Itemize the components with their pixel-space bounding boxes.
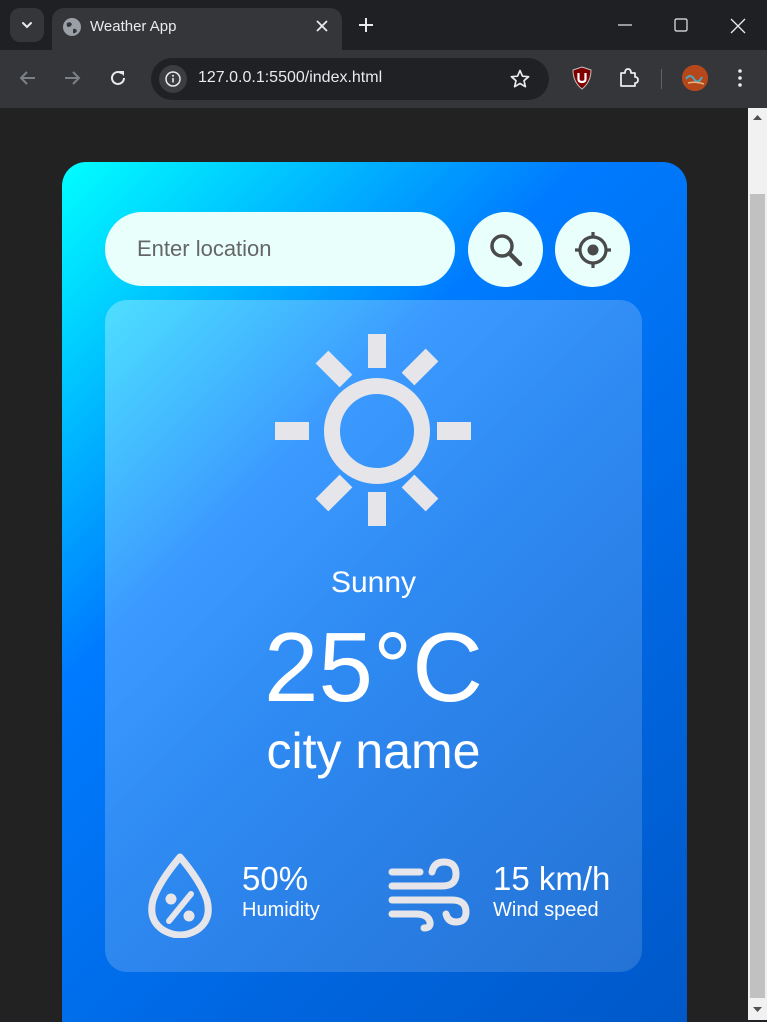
extensions-puzzle-icon[interactable] [617, 66, 639, 88]
back-arrow-icon[interactable] [17, 67, 39, 89]
temperature-value: 25°C [264, 612, 483, 722]
city-name: city name [266, 723, 481, 779]
window-close-icon[interactable] [728, 16, 748, 36]
maximize-icon[interactable] [672, 16, 690, 34]
forward-arrow-icon[interactable] [61, 67, 83, 89]
search-button[interactable] [468, 212, 543, 287]
site-info-icon[interactable] [159, 65, 187, 93]
wind-speed-label: Wind speed [493, 899, 599, 921]
profile-avatar[interactable] [682, 65, 708, 91]
reload-icon[interactable] [107, 67, 129, 89]
close-tab-icon[interactable] [312, 16, 332, 36]
chevron-down-icon [22, 22, 32, 29]
humidity-drop-icon [148, 853, 212, 938]
current-location-button[interactable] [555, 212, 630, 287]
browser-toolbar: 127.0.0.1:5500/index.html [0, 50, 767, 108]
crosshair-locate-icon [574, 231, 611, 268]
minimize-icon[interactable] [616, 16, 634, 34]
location-search-input[interactable] [105, 212, 455, 286]
scrollbar[interactable] [748, 108, 767, 1020]
url-text[interactable]: 127.0.0.1:5500/index.html [198, 69, 382, 87]
weather-condition: Sunny [330, 566, 417, 599]
globe-icon [63, 18, 81, 36]
kebab-menu-icon[interactable] [730, 67, 750, 89]
weather-panel: Sunny 25°C city name 50% Humidity 15 km/… [105, 300, 642, 972]
address-bar[interactable]: 127.0.0.1:5500/index.html [151, 58, 549, 100]
tab-search-button[interactable] [10, 8, 44, 42]
toolbar-divider [661, 69, 662, 89]
ublock-shield-icon[interactable] [571, 66, 593, 90]
scrollbar-thumb[interactable] [750, 194, 765, 998]
sun-icon [275, 334, 471, 526]
browser-tab[interactable]: Weather App [52, 8, 342, 50]
search-icon [489, 233, 522, 266]
scroll-up-arrow-icon[interactable] [752, 112, 763, 123]
new-tab-icon[interactable] [356, 15, 376, 35]
humidity-value: 50% [242, 860, 309, 897]
tab-title: Weather App [90, 18, 177, 35]
humidity-label: Humidity [242, 899, 320, 921]
wind-icon [388, 858, 470, 932]
weather-card: Sunny 25°C city name 50% Humidity 15 km/… [62, 162, 687, 1022]
wind-speed-value: 15 km/h [493, 860, 611, 897]
browser-titlebar: Weather App [0, 0, 767, 50]
bookmark-star-icon[interactable] [509, 68, 531, 90]
scroll-down-arrow-icon[interactable] [752, 1004, 763, 1015]
